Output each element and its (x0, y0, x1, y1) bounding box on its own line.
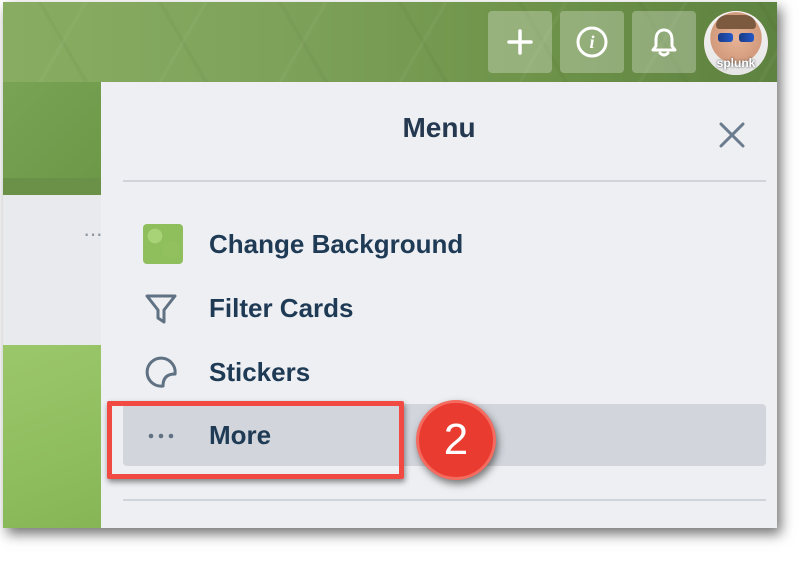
menu-title: Menu (402, 112, 476, 143)
close-icon (719, 122, 745, 148)
info-icon: i (576, 26, 608, 58)
menu-divider (123, 180, 766, 182)
user-avatar[interactable]: splunk (704, 11, 768, 75)
avatar-sunglasses (718, 33, 754, 43)
highlight-box (107, 401, 404, 479)
board-background (3, 82, 103, 178)
menu-item-label: Stickers (209, 357, 311, 387)
close-menu-button[interactable] (713, 116, 751, 154)
menu-item-stickers[interactable]: Stickers (123, 341, 766, 403)
step-number-badge: 2 (416, 400, 496, 480)
board-list-header (3, 195, 103, 345)
add-button[interactable] (488, 11, 552, 73)
menu-divider (123, 499, 766, 501)
background-swatch-icon (143, 224, 183, 264)
notifications-button[interactable] (632, 11, 696, 73)
board-background-lower (3, 345, 103, 528)
info-button[interactable]: i (560, 11, 624, 73)
avatar-hair (716, 15, 756, 29)
menu-item-change-background[interactable]: Change Background (123, 213, 766, 275)
bell-icon (651, 28, 677, 57)
menu-item-label: Change Background (209, 229, 464, 259)
sticker-icon (145, 356, 177, 388)
avatar-shirt-text: splunk (716, 56, 756, 70)
menu-item-filter-cards[interactable]: Filter Cards (123, 277, 766, 339)
board-header: i splunk (3, 2, 777, 82)
filter-icon (145, 294, 177, 324)
list-menu-dots[interactable]: ··· (83, 223, 103, 245)
menu-item-label: Filter Cards (209, 293, 354, 323)
info-icon-glyph: i (589, 32, 594, 52)
plus-icon (507, 29, 533, 55)
